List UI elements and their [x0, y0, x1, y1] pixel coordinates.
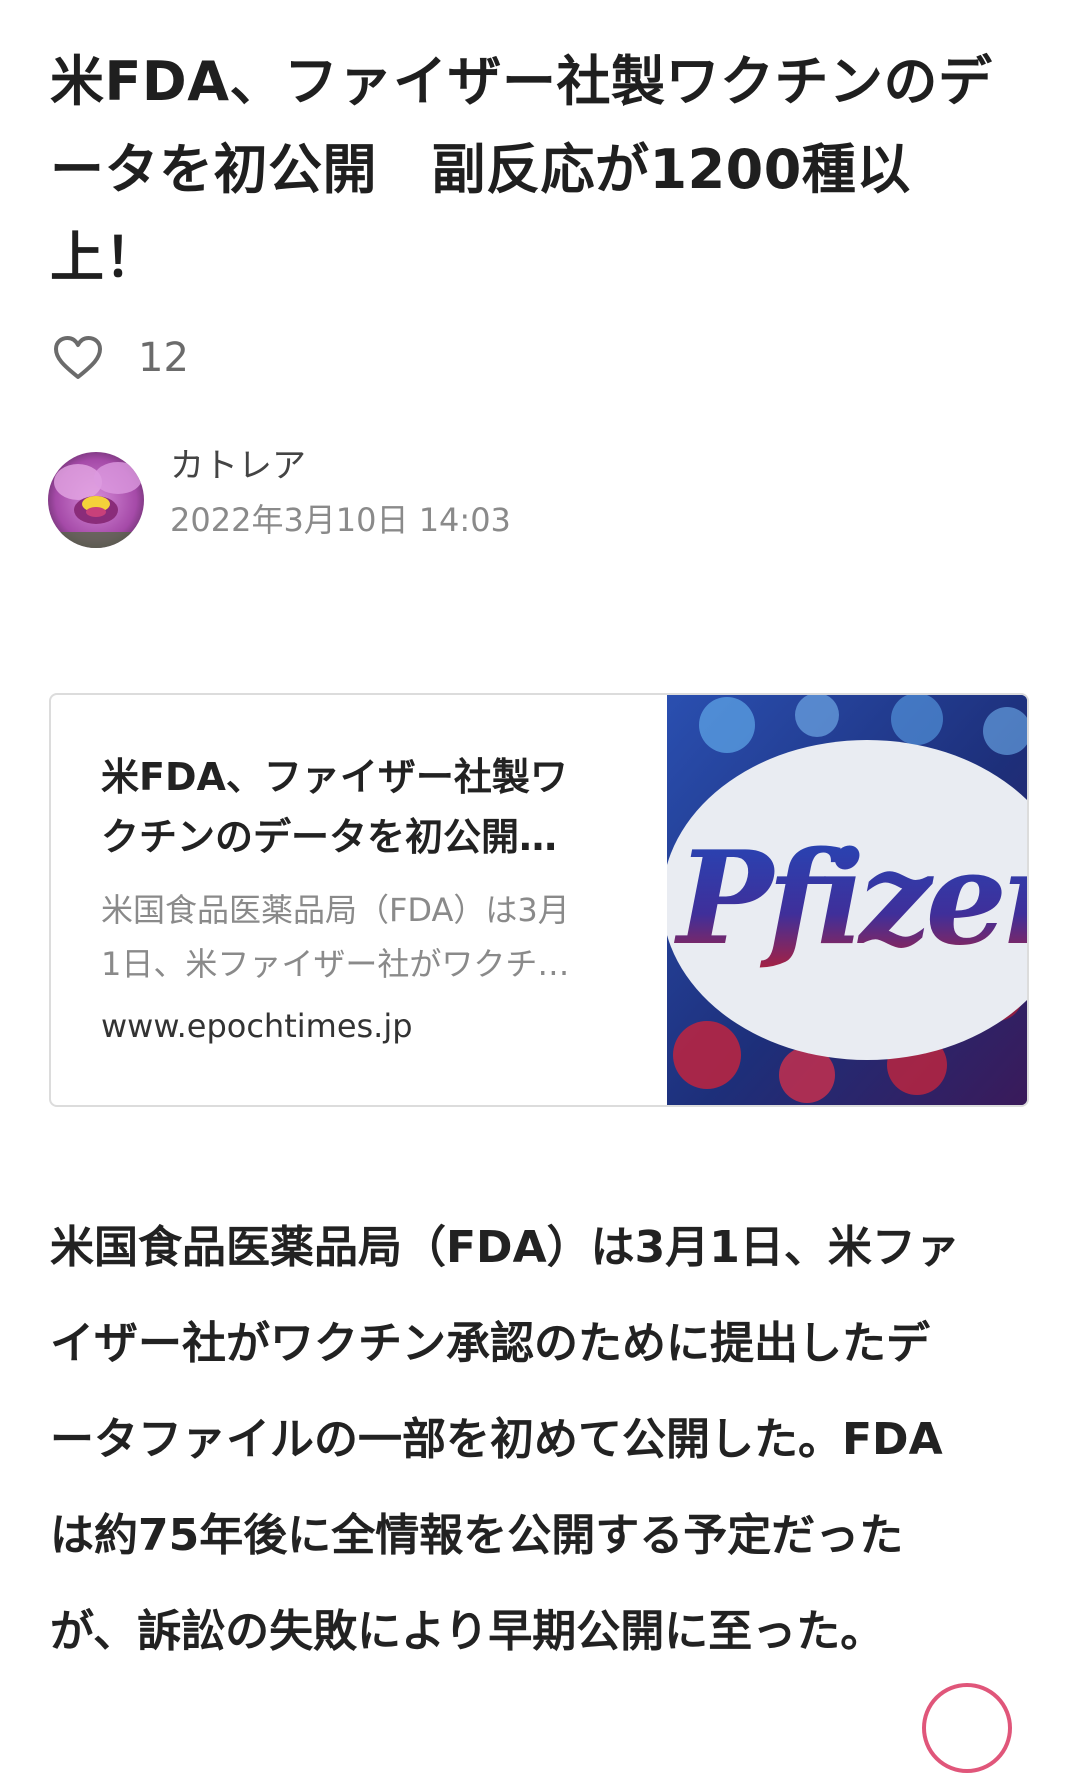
- avatar[interactable]: [48, 452, 144, 548]
- link-card-domain: www.epochtimes.jp: [101, 1007, 413, 1045]
- avatar-image: [48, 452, 144, 548]
- floating-action-button[interactable]: [922, 1683, 1012, 1773]
- like-count: 12: [138, 335, 189, 381]
- article-body: 米国食品医薬品局（FDA）は3月1日、米ファ イザー社がワクチン承認のために提出…: [50, 1222, 960, 1657]
- author-name[interactable]: カトレア: [170, 446, 511, 486]
- link-card-title: 米FDA、ファイザー社製ワ クチンのデータを初公開…: [101, 755, 568, 859]
- article-title: 米FDA、ファイザー社製ワクチンのデ ータを初公開 副反応が1200種以 上！: [50, 50, 993, 289]
- heart-outline-icon: [54, 336, 102, 379]
- like-row: 12: [50, 330, 189, 386]
- link-card-thumbnail: Pfizer: [662, 695, 1027, 1105]
- link-card-description: 米国食品医薬品局（FDA）は3月 1日、米ファイザー社がワクチ…: [101, 891, 570, 983]
- like-button[interactable]: [50, 330, 106, 386]
- post-date: 2022年3月10日 14:03: [170, 501, 511, 539]
- link-card[interactable]: 米FDA、ファイザー社製ワ クチンのデータを初公開… 米国食品医薬品局（FDA）…: [49, 693, 1029, 1107]
- pfizer-logo-text: Pfizer: [674, 824, 1027, 974]
- author-block[interactable]: カトレア 2022年3月10日 14:03: [48, 446, 511, 548]
